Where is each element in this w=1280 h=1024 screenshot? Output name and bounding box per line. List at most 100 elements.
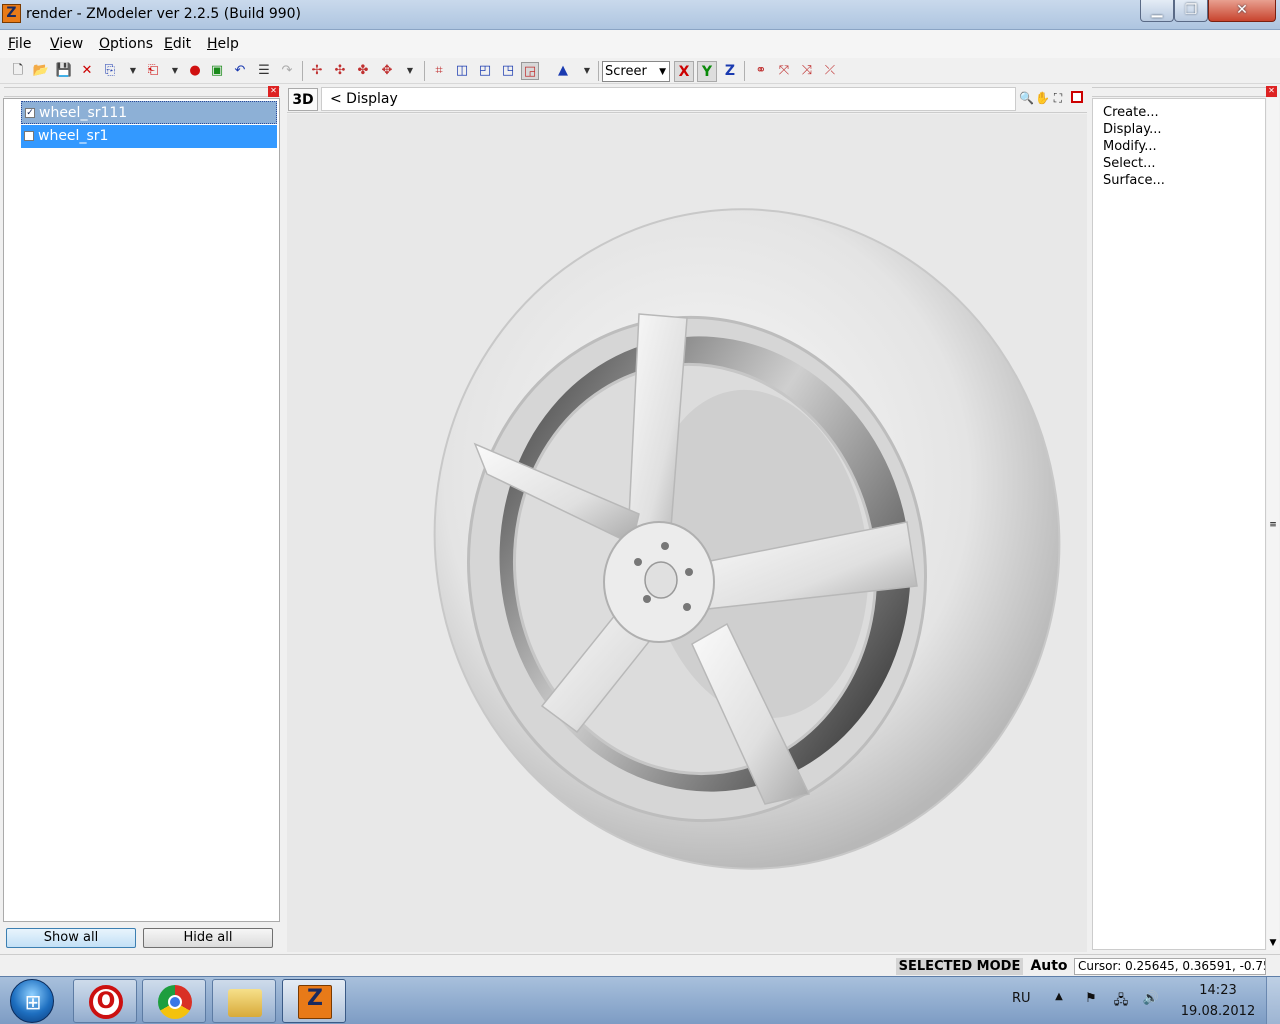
- visibility-checkbox[interactable]: ✓: [25, 108, 35, 118]
- breadcrumb[interactable]: < Display: [321, 87, 1016, 111]
- import-dropdown-icon[interactable]: ▼: [124, 62, 142, 80]
- hide-all-button[interactable]: Hide all: [143, 928, 273, 948]
- normals-dropdown-icon[interactable]: ▼: [578, 62, 596, 80]
- taskbar-opera[interactable]: O: [73, 979, 137, 1023]
- close-panel-icon[interactable]: ✕: [1266, 86, 1277, 97]
- panel-grip[interactable]: [1092, 87, 1270, 97]
- view-space-select[interactable]: Screer ▼: [602, 61, 670, 82]
- opera-icon: O: [89, 985, 123, 1019]
- menu-file[interactable]: File: [8, 36, 31, 52]
- panel-grip[interactable]: [4, 87, 280, 97]
- save-icon[interactable]: 💾: [55, 62, 73, 80]
- taskbar: ⊞ O Z RU ▲ ⚑ 🖧 🔊 14:23 19.08.2012: [0, 976, 1280, 1024]
- command-scrollbar[interactable]: ≡ ▼: [1267, 98, 1279, 950]
- select-edge-icon[interactable]: ✣: [331, 62, 349, 80]
- command-surface[interactable]: Surface...: [1103, 173, 1165, 188]
- close-icon: ✕: [1236, 2, 1248, 18]
- scroll-down-icon[interactable]: ▼: [1268, 938, 1278, 948]
- close-button[interactable]: ✕: [1208, 0, 1276, 22]
- show-hidden-icons-icon[interactable]: ▲: [1050, 991, 1068, 1009]
- select-face-icon[interactable]: ✤: [354, 62, 372, 80]
- axis-y-toggle[interactable]: Y: [697, 61, 717, 82]
- chrome-icon: [158, 985, 192, 1019]
- action-center-flag-icon[interactable]: ⚑: [1082, 991, 1100, 1009]
- normals-icon[interactable]: ▲: [554, 62, 572, 80]
- viewport-header: 3D < Display 🔍 ✋ ⛶: [287, 85, 1087, 113]
- image-icon[interactable]: ▣: [208, 62, 226, 80]
- minimize-button[interactable]: ▁: [1140, 0, 1174, 22]
- edge-mode-icon[interactable]: ◫: [453, 62, 471, 80]
- maximize-viewport-icon[interactable]: [1071, 91, 1083, 103]
- taskbar-chrome[interactable]: [142, 979, 206, 1023]
- object-list[interactable]: ✓ wheel_sr111 wheel_sr1: [3, 98, 280, 922]
- toolbar-separator: [598, 61, 599, 81]
- 3d-viewport[interactable]: [287, 114, 1087, 952]
- visibility-checkbox[interactable]: [24, 131, 34, 141]
- cursor-coordinates: Cursor: 0.25645, 0.36591, -0.758: [1074, 958, 1266, 975]
- windows-logo-icon: ⊞: [24, 990, 42, 1014]
- select-dropdown-icon[interactable]: ▼: [401, 62, 419, 80]
- network-icon[interactable]: 🖧: [1112, 991, 1130, 1009]
- pan-hand-icon[interactable]: ✋: [1035, 91, 1050, 105]
- taskbar-zmodeler[interactable]: Z: [282, 979, 346, 1023]
- object-mode-icon[interactable]: ◳: [499, 62, 517, 80]
- wheel-render: [433, 208, 1061, 870]
- list-item[interactable]: ✓ wheel_sr111: [21, 101, 277, 124]
- selection-mode-status: SELECTED MODE: [896, 958, 1023, 975]
- rotate-icon[interactable]: ⤨: [798, 62, 816, 80]
- vertex-mode-icon[interactable]: ⌗: [430, 62, 448, 80]
- command-create[interactable]: Create...: [1103, 105, 1159, 120]
- select-object-icon[interactable]: ✥: [378, 62, 396, 80]
- zoom-icon[interactable]: 🔍: [1019, 91, 1034, 105]
- zoom-extents-icon[interactable]: ⛶: [1051, 91, 1065, 105]
- menu-options[interactable]: Options: [99, 36, 153, 52]
- selected-mode-icon[interactable]: ◲: [521, 62, 539, 80]
- toolbar-separator: [424, 61, 425, 81]
- close-panel-icon[interactable]: ✕: [268, 86, 279, 97]
- command-select[interactable]: Select...: [1103, 156, 1156, 171]
- language-indicator[interactable]: RU: [1012, 991, 1031, 1006]
- open-file-icon[interactable]: 📂: [32, 62, 50, 80]
- select-vertex-icon[interactable]: ✢: [308, 62, 326, 80]
- properties-icon[interactable]: ☰: [255, 62, 273, 80]
- record-icon[interactable]: ●: [186, 62, 204, 80]
- viewport-mode-label[interactable]: 3D: [288, 88, 318, 111]
- command-modify[interactable]: Modify...: [1103, 139, 1157, 154]
- start-button[interactable]: ⊞: [10, 979, 54, 1023]
- clock-date[interactable]: 19.08.2012: [1180, 1004, 1256, 1019]
- export-dropdown-icon[interactable]: ▼: [166, 62, 184, 80]
- list-item[interactable]: wheel_sr1: [21, 125, 277, 148]
- show-desktop-button[interactable]: [1266, 977, 1280, 1024]
- import-icon[interactable]: ⎘: [101, 62, 119, 80]
- restore-icon: ❐: [1184, 2, 1198, 18]
- move-icon[interactable]: ⤧: [775, 62, 793, 80]
- delete-icon[interactable]: ✕: [78, 62, 96, 80]
- export-icon[interactable]: ⎗: [144, 62, 162, 80]
- title-bar: Z render - ZModeler ver 2.2.5 (Build 990…: [0, 0, 1280, 30]
- taskbar-explorer[interactable]: [212, 979, 276, 1023]
- scroll-grip-icon[interactable]: ≡: [1268, 521, 1278, 530]
- zmodeler-app-icon[interactable]: Z: [2, 4, 21, 23]
- link-icon[interactable]: ⚭: [752, 62, 770, 80]
- command-list: Create... Display... Modify... Select...…: [1092, 98, 1266, 950]
- restore-button[interactable]: ❐: [1174, 0, 1208, 22]
- face-mode-icon[interactable]: ◰: [476, 62, 494, 80]
- zmodeler-icon: Z: [298, 985, 332, 1019]
- clock-time[interactable]: 14:23: [1186, 983, 1250, 998]
- undo-icon[interactable]: ↶: [231, 62, 249, 80]
- menu-edit[interactable]: Edit: [164, 36, 191, 52]
- new-file-icon[interactable]: 🗋: [9, 62, 27, 80]
- volume-icon[interactable]: 🔊: [1142, 991, 1160, 1009]
- object-name: wheel_sr1: [38, 128, 109, 144]
- chrome-center-icon: [168, 995, 182, 1009]
- auto-status: Auto: [1030, 958, 1068, 974]
- menu-help[interactable]: Help: [207, 36, 239, 52]
- axis-x-toggle[interactable]: X: [674, 61, 694, 82]
- toolbar-separator: [302, 61, 303, 81]
- menu-view[interactable]: View: [50, 36, 83, 52]
- command-display[interactable]: Display...: [1103, 122, 1161, 137]
- axis-z-toggle[interactable]: Z: [720, 61, 740, 82]
- redo-icon[interactable]: ↷: [278, 62, 296, 80]
- show-all-button[interactable]: Show all: [6, 928, 136, 948]
- scale-icon[interactable]: ⤫: [821, 62, 839, 80]
